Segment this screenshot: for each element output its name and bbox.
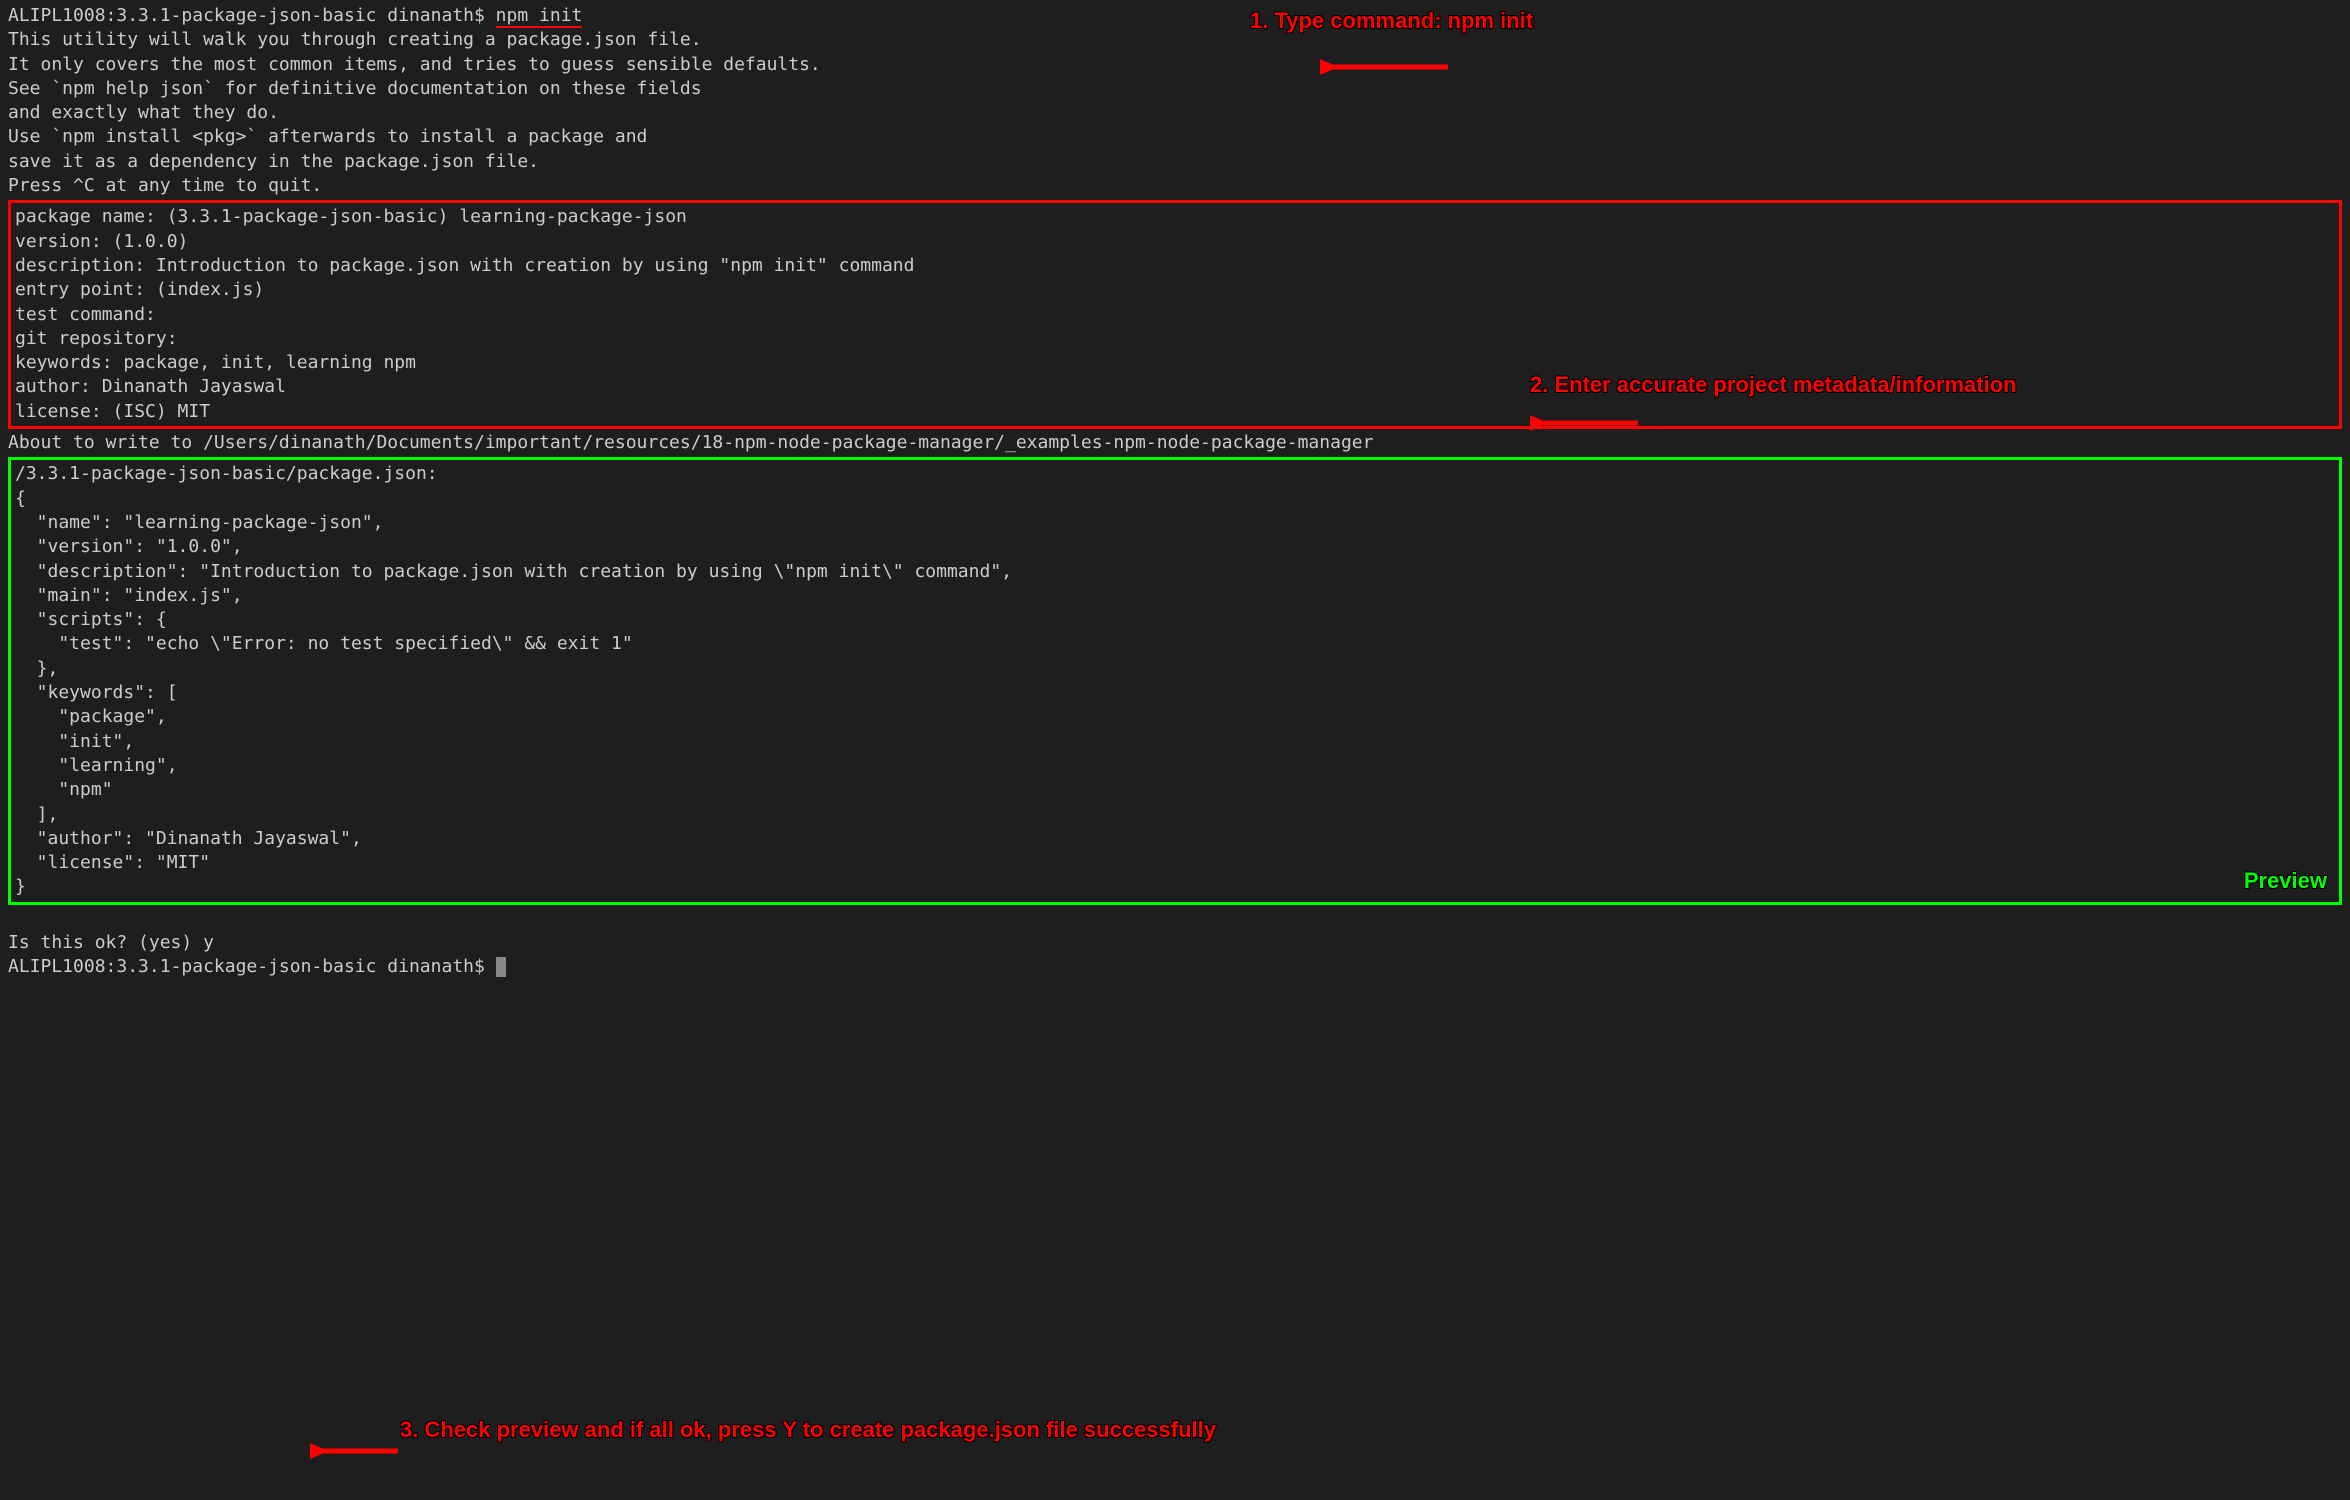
preview-line: "author": "Dinanath Jayaswal", <box>15 827 2335 851</box>
preview-box: /3.3.1-package-json-basic/package.json: … <box>8 457 2342 904</box>
preview-line: "test": "echo \"Error: no test specified… <box>15 632 2335 656</box>
preview-line: { <box>15 487 2335 511</box>
preview-line: "license": "MIT" <box>15 851 2335 875</box>
entry-point-prompt[interactable]: entry point: (index.js) <box>15 278 2335 302</box>
preview-line: "learning", <box>15 754 2335 778</box>
output-line: Press ^C at any time to quit. <box>8 174 2342 198</box>
output-line: See `npm help json` for definitive docum… <box>8 77 2342 101</box>
prompt-host: ALIPL1008:3.3.1-package-json-basic dinan… <box>8 5 496 26</box>
metadata-input-box: package name: (3.3.1-package-json-basic)… <box>8 200 2342 429</box>
output-line: Use `npm install <pkg>` afterwards to in… <box>8 125 2342 149</box>
cursor-icon <box>496 957 506 977</box>
output-line: This utility will walk you through creat… <box>8 28 2342 52</box>
git-repository-prompt[interactable]: git repository: <box>15 327 2335 351</box>
preview-line: }, <box>15 657 2335 681</box>
about-write-line: About to write to /Users/dinanath/Docume… <box>8 431 2342 455</box>
output-line: save it as a dependency in the package.j… <box>8 150 2342 174</box>
about-write-path: /3.3.1-package-json-basic/package.json: <box>15 462 2335 486</box>
keywords-prompt[interactable]: keywords: package, init, learning npm <box>15 351 2335 375</box>
preview-line: "scripts": { <box>15 608 2335 632</box>
prompt-line-1[interactable]: ALIPL1008:3.3.1-package-json-basic dinan… <box>8 4 2342 28</box>
preview-line: "description": "Introduction to package.… <box>15 560 2335 584</box>
arrow-3-icon <box>310 1436 400 1466</box>
preview-label: Preview <box>2244 866 2327 896</box>
package-name-prompt[interactable]: package name: (3.3.1-package-json-basic)… <box>15 205 2335 229</box>
test-command-prompt[interactable]: test command: <box>15 303 2335 327</box>
preview-line: "package", <box>15 705 2335 729</box>
output-line: It only covers the most common items, an… <box>8 53 2342 77</box>
blank-line <box>8 907 2342 931</box>
license-prompt[interactable]: license: (ISC) MIT <box>15 400 2335 424</box>
version-prompt[interactable]: version: (1.0.0) <box>15 230 2335 254</box>
preview-line: "init", <box>15 730 2335 754</box>
preview-line: "npm" <box>15 778 2335 802</box>
description-prompt[interactable]: description: Introduction to package.jso… <box>15 254 2335 278</box>
final-prompt-line[interactable]: ALIPL1008:3.3.1-package-json-basic dinan… <box>8 955 2342 979</box>
preview-line: "name": "learning-package-json", <box>15 511 2335 535</box>
preview-line: "keywords": [ <box>15 681 2335 705</box>
prompt-host-final: ALIPL1008:3.3.1-package-json-basic dinan… <box>8 956 496 977</box>
confirm-prompt[interactable]: Is this ok? (yes) y <box>8 931 2342 955</box>
output-line: and exactly what they do. <box>8 101 2342 125</box>
annotation-3: 3. Check preview and if all ok, press Y … <box>400 1415 1216 1445</box>
preview-line: ], <box>15 803 2335 827</box>
npm-init-command: npm init <box>496 5 583 28</box>
preview-line: "main": "index.js", <box>15 584 2335 608</box>
preview-line: "version": "1.0.0", <box>15 535 2335 559</box>
preview-line: } <box>15 875 2335 899</box>
author-prompt[interactable]: author: Dinanath Jayaswal <box>15 375 2335 399</box>
